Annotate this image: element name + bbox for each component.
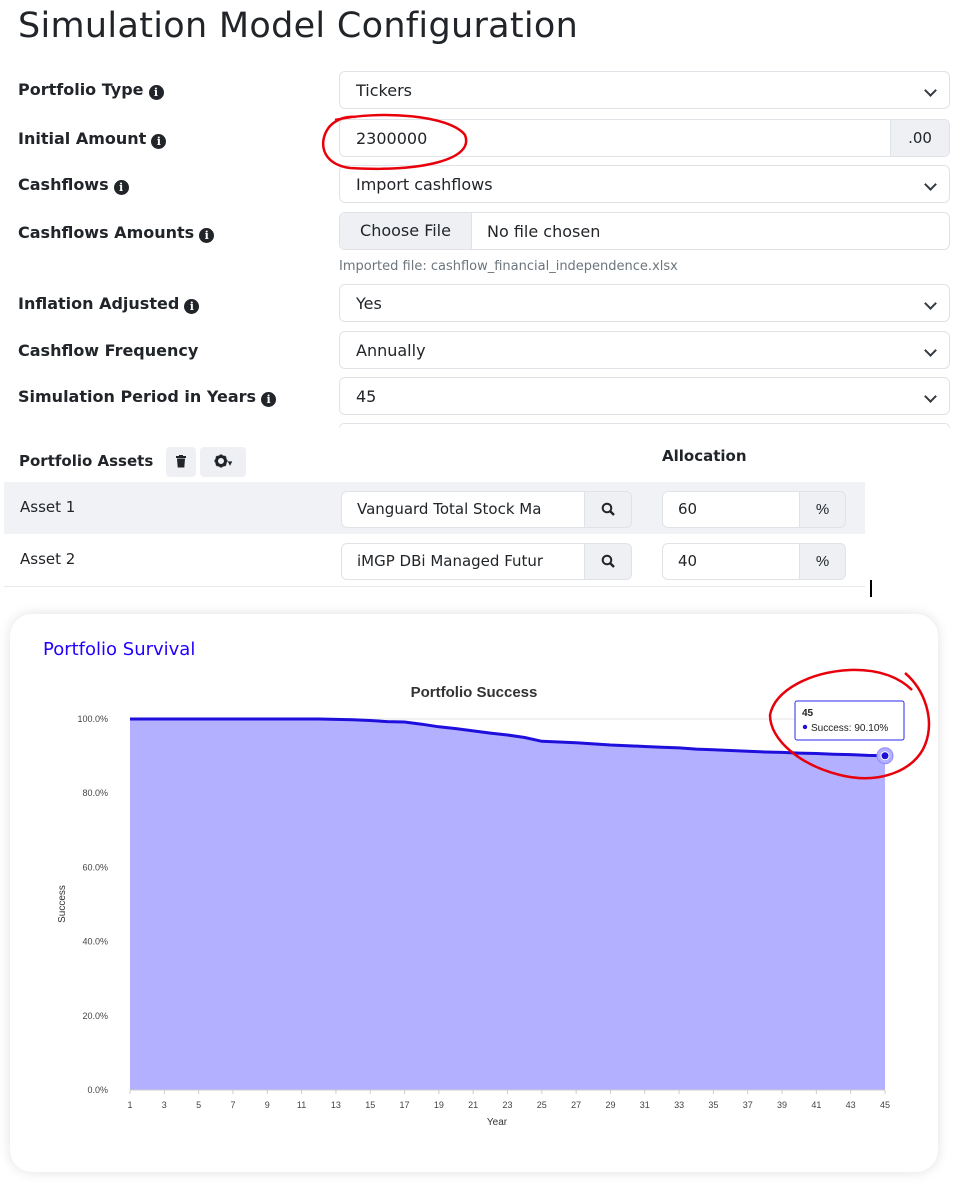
portfolio-success-chart: 0.0%20.0%40.0%60.0%80.0%100.0% 1 3 5 7 9 11 13… xyxy=(57,113,931,1128)
x-tick-label: 1 xyxy=(127,1100,132,1110)
y-axis-label: Success xyxy=(57,885,68,923)
x-tick-label: 39 xyxy=(777,1100,787,1110)
x-tick-label: 19 xyxy=(434,1100,444,1110)
x-tick-label: 11 xyxy=(297,1100,306,1110)
y-tick-label: 60.0% xyxy=(82,862,108,872)
x-tick-label: 25 xyxy=(537,1100,547,1110)
hover-point[interactable] xyxy=(880,751,890,761)
success-area xyxy=(130,719,885,1090)
x-tick-label: 29 xyxy=(605,1100,615,1110)
x-tick-label: 35 xyxy=(708,1100,718,1110)
x-tick-label: 23 xyxy=(502,1100,512,1110)
x-tick-label: 45 xyxy=(880,1100,890,1110)
x-tick-label: 9 xyxy=(265,1100,270,1110)
y-tick-label: 0.0% xyxy=(87,1085,108,1095)
x-tick-label: 3 xyxy=(162,1100,167,1110)
y-tick-label: 100.0% xyxy=(77,714,108,724)
chart-tooltip: 45 Success: 90.10% xyxy=(794,700,905,741)
tooltip-year: 45 xyxy=(802,708,814,719)
x-tick-label: 31 xyxy=(640,1100,650,1110)
x-tick-label: 33 xyxy=(674,1100,684,1110)
y-tick-label: 40.0% xyxy=(82,937,108,947)
x-axis-label: Year xyxy=(487,1117,508,1128)
y-tick-label: 80.0% xyxy=(82,788,108,798)
x-tick-label: 15 xyxy=(365,1100,375,1110)
x-tick-label: 5 xyxy=(196,1100,201,1110)
x-tick-label: 41 xyxy=(811,1100,821,1110)
tooltip-value: Success: 90.10% xyxy=(811,723,888,734)
x-tick-label: 7 xyxy=(230,1100,235,1110)
x-tick-label: 43 xyxy=(846,1100,856,1110)
x-tick-label: 13 xyxy=(331,1100,341,1110)
y-tick-label: 20.0% xyxy=(82,1011,108,1021)
y-tick-labels: 0.0% 20.0% 40.0% 60.0% 80.0% 100.0% xyxy=(77,714,108,1095)
annotation-circle-amount xyxy=(321,113,468,170)
x-tick-label: 17 xyxy=(400,1100,410,1110)
x-tick-label: 37 xyxy=(743,1100,753,1110)
x-tick-labels: 1 3 5 7 9 11 13 15 17 19 21 23 25 27 29 31 33 35 37 39 41 43 4… xyxy=(127,1089,890,1110)
x-tick-label: 27 xyxy=(571,1100,581,1110)
chart-title: Portfolio Success xyxy=(411,684,538,701)
x-tick-label: 21 xyxy=(468,1100,478,1110)
